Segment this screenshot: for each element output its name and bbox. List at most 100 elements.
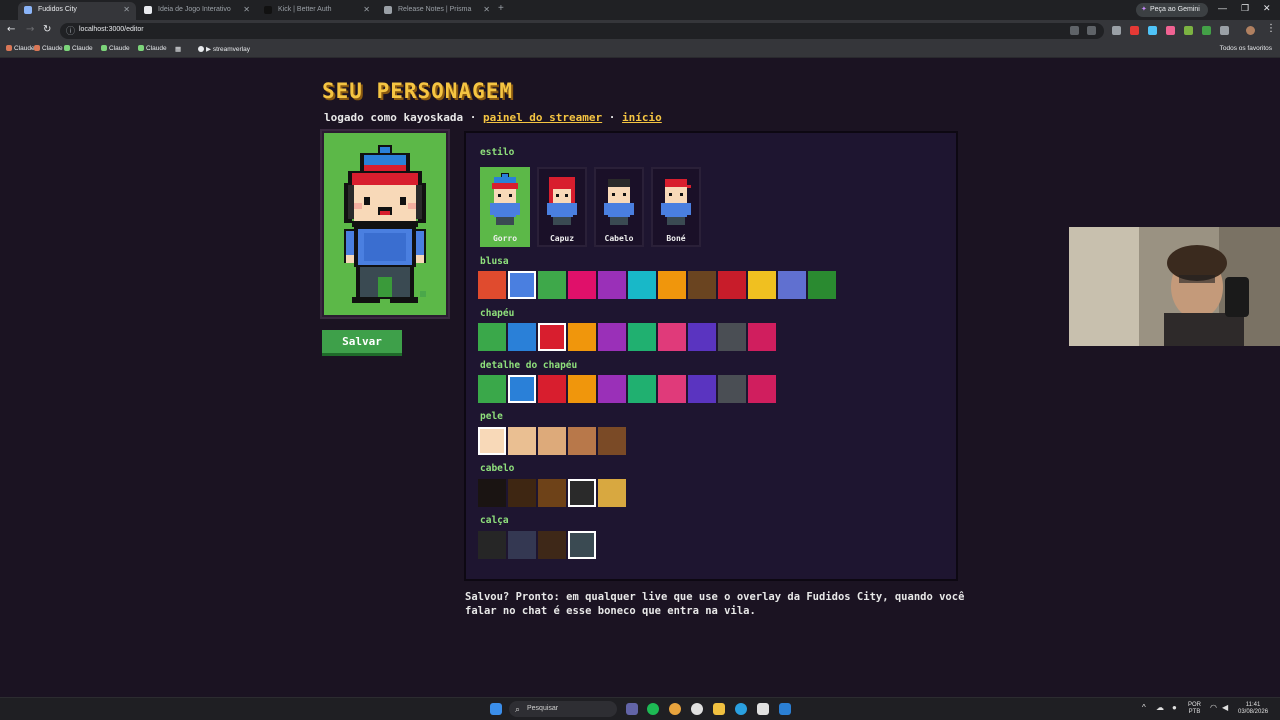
- style-option-cabelo[interactable]: Cabelo: [594, 167, 644, 247]
- shirt-swatch[interactable]: [538, 271, 566, 299]
- style-option-gorro[interactable]: Gorro: [480, 167, 530, 247]
- hat-detail-swatch[interactable]: [478, 375, 506, 403]
- extension-icon[interactable]: [1148, 26, 1157, 35]
- hair-swatch[interactable]: [538, 479, 566, 507]
- skin-swatch[interactable]: [598, 427, 626, 455]
- extension-icon[interactable]: [1202, 26, 1211, 35]
- close-icon[interactable]: ✕: [123, 2, 130, 18]
- extension-icon[interactable]: [1166, 26, 1175, 35]
- save-button[interactable]: Salvar: [322, 330, 402, 356]
- taskbar-search[interactable]: Pesquisar: [509, 701, 617, 717]
- hat-swatch[interactable]: [718, 323, 746, 351]
- tab-fudidos-city[interactable]: Fudidos City ✕: [18, 2, 136, 20]
- skin-swatch[interactable]: [478, 427, 506, 455]
- app-icon[interactable]: [626, 703, 638, 715]
- apps-grid-icon[interactable]: ▦: [175, 45, 181, 53]
- file-explorer-icon[interactable]: [713, 703, 725, 715]
- minimize-icon[interactable]: —: [1218, 3, 1227, 13]
- skin-swatch[interactable]: [508, 427, 536, 455]
- new-tab-button[interactable]: +: [498, 3, 504, 14]
- hair-swatch[interactable]: [598, 479, 626, 507]
- wifi-icon[interactable]: ◠: [1210, 704, 1217, 712]
- pants-swatch[interactable]: [508, 531, 536, 559]
- app-icon[interactable]: [757, 703, 769, 715]
- hat-swatch[interactable]: [628, 323, 656, 351]
- extensions-menu-icon[interactable]: [1220, 26, 1229, 35]
- microphone-icon[interactable]: ●: [1172, 704, 1177, 712]
- bookmark-claude[interactable]: Claude: [34, 45, 63, 52]
- hat-detail-swatch[interactable]: [508, 375, 536, 403]
- site-info-icon[interactable]: ⓘ: [66, 24, 75, 37]
- hat-detail-swatch[interactable]: [658, 375, 686, 403]
- language-indicator[interactable]: POR PTB: [1188, 702, 1201, 716]
- pants-swatch[interactable]: [478, 531, 506, 559]
- back-icon[interactable]: ←: [7, 24, 15, 35]
- bookmark-claude[interactable]: Claude: [6, 45, 35, 52]
- style-option-bone[interactable]: Boné: [651, 167, 701, 247]
- hat-swatch[interactable]: [538, 323, 566, 351]
- star-icon[interactable]: [1087, 26, 1096, 35]
- chrome-icon[interactable]: [669, 703, 681, 715]
- bookmark-claude[interactable]: Claude: [101, 45, 130, 52]
- hair-swatch[interactable]: [568, 479, 596, 507]
- gemini-button[interactable]: Peça ao Gemini: [1136, 3, 1208, 17]
- hat-swatch[interactable]: [508, 323, 536, 351]
- hat-detail-swatch[interactable]: [598, 375, 626, 403]
- shirt-swatch[interactable]: [658, 271, 686, 299]
- windows-start-icon[interactable]: [490, 703, 502, 715]
- hair-swatch[interactable]: [508, 479, 536, 507]
- reload-icon[interactable]: ↻: [43, 24, 51, 35]
- forward-icon[interactable]: →: [26, 24, 34, 35]
- restore-icon[interactable]: ❐: [1241, 3, 1249, 14]
- shirt-swatch[interactable]: [748, 271, 776, 299]
- hat-swatch[interactable]: [658, 323, 686, 351]
- extension-icon[interactable]: [1112, 26, 1121, 35]
- close-icon[interactable]: ✕: [363, 2, 370, 18]
- home-link[interactable]: início: [622, 111, 662, 124]
- extension-icon[interactable]: [1184, 26, 1193, 35]
- all-bookmarks[interactable]: Todos os favoritos: [1220, 45, 1272, 52]
- bookmark-claude[interactable]: Claude: [138, 45, 167, 52]
- shirt-swatch[interactable]: [508, 271, 536, 299]
- app-icon[interactable]: [691, 703, 703, 715]
- profile-avatar-icon[interactable]: [1246, 26, 1255, 35]
- hat-detail-swatch[interactable]: [748, 375, 776, 403]
- hat-swatch[interactable]: [748, 323, 776, 351]
- skin-swatch[interactable]: [568, 427, 596, 455]
- shirt-swatch[interactable]: [568, 271, 596, 299]
- shirt-swatch[interactable]: [688, 271, 716, 299]
- shirt-swatch[interactable]: [628, 271, 656, 299]
- hat-detail-swatch[interactable]: [628, 375, 656, 403]
- shirt-swatch[interactable]: [478, 271, 506, 299]
- tab-ideia-de-jogo[interactable]: Ideia de Jogo Interativo ✕: [138, 2, 256, 20]
- hat-detail-swatch[interactable]: [688, 375, 716, 403]
- hair-swatch[interactable]: [478, 479, 506, 507]
- address-bar[interactable]: ⓘ localhost:3000/editor: [60, 23, 1104, 39]
- bookmark-claude[interactable]: Claude: [64, 45, 93, 52]
- clock[interactable]: 11:41 03/08/2026: [1238, 702, 1268, 716]
- hat-swatch[interactable]: [568, 323, 596, 351]
- streamer-panel-link[interactable]: painel do streamer: [483, 111, 602, 124]
- shirt-swatch[interactable]: [598, 271, 626, 299]
- shirt-swatch[interactable]: [808, 271, 836, 299]
- pants-swatch[interactable]: [568, 531, 596, 559]
- spotify-icon[interactable]: [647, 703, 659, 715]
- close-icon[interactable]: ✕: [243, 2, 250, 18]
- zoom-icon[interactable]: [1070, 26, 1079, 35]
- style-option-capuz[interactable]: Capuz: [537, 167, 587, 247]
- skin-swatch[interactable]: [538, 427, 566, 455]
- shirt-swatch[interactable]: [778, 271, 806, 299]
- vscode-icon[interactable]: [779, 703, 791, 715]
- close-window-icon[interactable]: ✕: [1263, 3, 1271, 14]
- hat-detail-swatch[interactable]: [568, 375, 596, 403]
- hat-swatch[interactable]: [478, 323, 506, 351]
- extension-icon[interactable]: [1130, 26, 1139, 35]
- tab-kick-better-auth[interactable]: Kick | Better Auth ✕: [258, 2, 376, 20]
- shirt-swatch[interactable]: [718, 271, 746, 299]
- close-icon[interactable]: ✕: [483, 2, 490, 18]
- hat-swatch[interactable]: [688, 323, 716, 351]
- cloud-icon[interactable]: ☁: [1156, 704, 1164, 712]
- telegram-icon[interactable]: [735, 703, 747, 715]
- kebab-menu-icon[interactable]: ⋮: [1266, 23, 1276, 34]
- hat-detail-swatch[interactable]: [538, 375, 566, 403]
